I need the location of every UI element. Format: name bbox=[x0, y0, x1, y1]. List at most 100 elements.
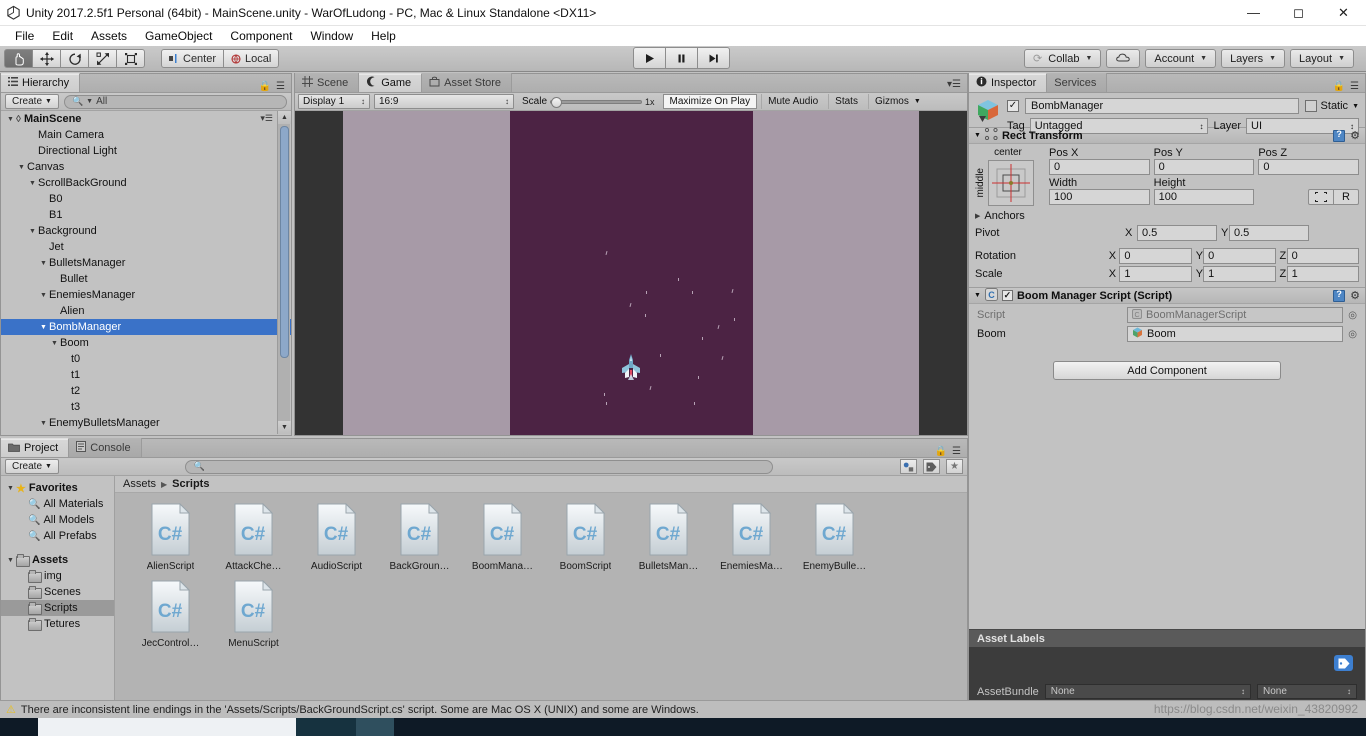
favorites-star-icon[interactable]: ★ bbox=[946, 459, 963, 474]
close-button[interactable]: ✕ bbox=[1321, 0, 1366, 26]
taskbar-item-2[interactable] bbox=[356, 718, 394, 736]
hierarchy-row[interactable]: ▼ Boom bbox=[1, 335, 291, 351]
hierarchy-row[interactable]: t3 bbox=[1, 399, 291, 415]
pivot-rotation-button[interactable]: Local bbox=[223, 49, 280, 68]
panel-menu-icon[interactable]: ▾☰ bbox=[947, 79, 961, 90]
project-tree-row[interactable]: Scripts bbox=[1, 600, 114, 616]
object-picker-icon[interactable]: ◎ bbox=[1348, 310, 1357, 321]
hierarchy-row[interactable]: Directional Light bbox=[1, 143, 291, 159]
project-tree-row[interactable]: 🔍 All Materials bbox=[1, 496, 114, 512]
rotation-y-input[interactable]: 0 bbox=[1203, 248, 1276, 264]
menu-item-assets[interactable]: Assets bbox=[82, 27, 136, 45]
hierarchy-row[interactable]: ▼ BulletsManager bbox=[1, 255, 291, 271]
tab-inspector[interactable]: Inspector bbox=[969, 73, 1048, 92]
asset-labels-header[interactable]: Asset Labels bbox=[969, 629, 1365, 647]
gizmos-dropdown[interactable]: Gizmos ▼ bbox=[867, 94, 927, 109]
hierarchy-row[interactable]: t0 bbox=[1, 351, 291, 367]
asset-item[interactable]: C# AttackChe… bbox=[212, 502, 295, 572]
collab-button[interactable]: ⟳ Collab ▼ bbox=[1024, 49, 1102, 68]
pivot-x-input[interactable]: 0.5 bbox=[1137, 225, 1217, 241]
scroll-down-arrow[interactable]: ▼ bbox=[278, 421, 291, 434]
project-tree-row[interactable]: 🔍 All Models bbox=[1, 512, 114, 528]
script-enabled-checkbox[interactable]: ✓ bbox=[1001, 290, 1013, 301]
filter-by-label-icon[interactable] bbox=[923, 459, 940, 474]
anchor-preset-widget[interactable] bbox=[988, 160, 1034, 206]
static-toggle-group[interactable]: Static ▼ bbox=[1304, 100, 1359, 112]
taskbar-item-1[interactable] bbox=[296, 718, 356, 736]
project-search-input[interactable]: 🔍 bbox=[185, 459, 774, 474]
minimize-button[interactable]: — bbox=[1231, 0, 1276, 26]
scroll-thumb[interactable] bbox=[280, 126, 289, 358]
layout-button[interactable]: Layout ▼ bbox=[1290, 49, 1354, 68]
asset-item[interactable]: C# MenuScript bbox=[212, 579, 295, 649]
rotation-z-input[interactable]: 0 bbox=[1286, 248, 1360, 264]
hierarchy-row[interactable]: t1 bbox=[1, 367, 291, 383]
menu-item-file[interactable]: File bbox=[6, 27, 43, 45]
aspect-dropdown[interactable]: 16:9 ↕ bbox=[374, 94, 514, 109]
pause-button[interactable] bbox=[665, 47, 698, 69]
maximize-on-play-toggle[interactable]: Maximize On Play bbox=[662, 94, 758, 109]
hierarchy-row[interactable]: Alien bbox=[1, 303, 291, 319]
foldout-arrow-icon[interactable]: ▼ bbox=[38, 260, 49, 267]
hierarchy-scrollbar[interactable]: ▲ ▼ bbox=[277, 111, 291, 434]
foldout-arrow-icon[interactable]: ▼ bbox=[16, 164, 27, 171]
foldout-arrow-icon[interactable]: ▼ bbox=[974, 132, 981, 139]
menu-item-window[interactable]: Window bbox=[301, 27, 362, 45]
assetbundle-variant-dropdown[interactable]: None ↕ bbox=[1257, 684, 1357, 699]
asset-item[interactable]: C# BulletsMan… bbox=[627, 502, 710, 572]
tab-console[interactable]: Console bbox=[69, 438, 142, 457]
lock-icon[interactable]: 🔒 bbox=[935, 446, 947, 457]
asset-item[interactable]: C# BackGroun… bbox=[378, 502, 461, 572]
project-tree-row[interactable]: Scenes bbox=[1, 584, 114, 600]
blueprint-mode-button[interactable] bbox=[1308, 189, 1335, 205]
menu-item-gameobject[interactable]: GameObject bbox=[136, 27, 221, 45]
project-tree-row[interactable]: ▼ ★ Favorites bbox=[1, 480, 114, 496]
tab-asset-store[interactable]: Asset Store bbox=[422, 73, 513, 92]
step-button[interactable] bbox=[697, 47, 730, 69]
lock-icon[interactable]: 🔒 bbox=[1333, 81, 1345, 92]
foldout-arrow-icon[interactable]: ▼ bbox=[5, 116, 16, 123]
account-button[interactable]: Account ▼ bbox=[1145, 49, 1217, 68]
pos-x-input[interactable]: 0 bbox=[1049, 159, 1150, 175]
foldout-arrow-icon[interactable]: ▼ bbox=[38, 292, 49, 299]
scale-tool[interactable] bbox=[88, 49, 117, 68]
play-button[interactable] bbox=[633, 47, 666, 69]
tab-hierarchy[interactable]: Hierarchy bbox=[1, 73, 81, 92]
move-tool[interactable] bbox=[32, 49, 61, 68]
mute-audio-toggle[interactable]: Mute Audio bbox=[761, 94, 824, 109]
hand-tool[interactable] bbox=[4, 49, 33, 68]
menu-item-help[interactable]: Help bbox=[362, 27, 405, 45]
hierarchy-row[interactable]: Jet bbox=[1, 239, 291, 255]
asset-item[interactable]: C# EnemiesMa… bbox=[710, 502, 793, 572]
tab-scene[interactable]: Scene bbox=[295, 73, 360, 92]
boom-object-field[interactable]: Boom bbox=[1127, 326, 1344, 342]
hierarchy-row[interactable]: t2 bbox=[1, 383, 291, 399]
layers-button[interactable]: Layers ▼ bbox=[1221, 49, 1286, 68]
height-input[interactable]: 100 bbox=[1153, 189, 1255, 205]
assetbundle-dropdown[interactable]: None ↕ bbox=[1044, 684, 1251, 699]
hierarchy-search-input[interactable]: 🔍 ▼ All bbox=[63, 94, 287, 109]
scroll-up-arrow[interactable]: ▲ bbox=[278, 111, 291, 124]
scale-z-input[interactable]: 1 bbox=[1286, 266, 1360, 282]
game-view-canvas[interactable] bbox=[295, 111, 967, 435]
hierarchy-row[interactable]: B1 bbox=[1, 207, 291, 223]
add-component-button[interactable]: Add Component bbox=[1053, 361, 1281, 380]
pos-z-input[interactable]: 0 bbox=[1258, 159, 1360, 175]
hierarchy-row[interactable]: ▼ ScrollBackGround bbox=[1, 175, 291, 191]
cloud-button[interactable] bbox=[1106, 49, 1141, 68]
project-tree-row[interactable]: Tetures bbox=[1, 616, 114, 632]
breadcrumb-item[interactable]: Scripts bbox=[172, 478, 209, 490]
hierarchy-row[interactable]: B0 bbox=[1, 191, 291, 207]
asset-item[interactable]: C# BoomScript bbox=[544, 502, 627, 572]
hierarchy-row[interactable]: ▼ Canvas bbox=[1, 159, 291, 175]
panel-menu-icon[interactable]: ☰ bbox=[1350, 81, 1359, 92]
static-checkbox[interactable] bbox=[1304, 100, 1317, 112]
pos-y-input[interactable]: 0 bbox=[1153, 159, 1255, 175]
hierarchy-row[interactable]: ▼ Background bbox=[1, 223, 291, 239]
gear-icon[interactable]: ⚙ bbox=[1350, 129, 1360, 142]
raw-edit-button[interactable]: R bbox=[1333, 189, 1360, 205]
object-picker-icon[interactable]: ◎ bbox=[1348, 329, 1357, 340]
foldout-arrow-icon[interactable]: ▼ bbox=[5, 557, 16, 564]
hierarchy-row[interactable]: Bullet bbox=[1, 271, 291, 287]
hierarchy-row[interactable]: Main Camera bbox=[1, 127, 291, 143]
